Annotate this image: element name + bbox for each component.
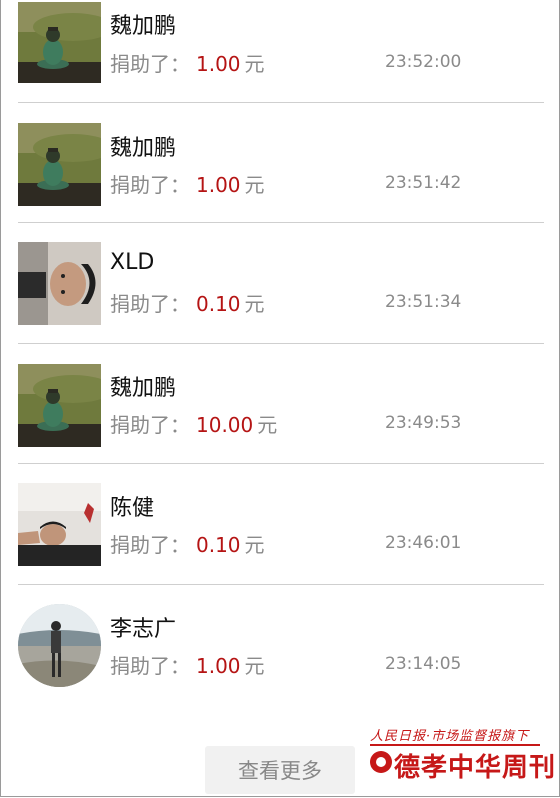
- watermark-seal-icon: [370, 751, 392, 773]
- donor-name: 魏加鹏: [110, 14, 177, 39]
- donation-label: 捐助了：: [110, 52, 190, 76]
- donation-unit: 元: [244, 292, 265, 316]
- donation-list: 魏加鹏 捐助了： 1.00 元 23:52:00 魏加鹏 捐助了： 1.00 元 23:…: [18, 0, 544, 705]
- donation-time: 23:46:01: [385, 533, 462, 553]
- watermark-line1: 人民日报·市场监督报旗下: [370, 729, 530, 744]
- avatar-buddha-icon: [18, 364, 101, 447]
- donation-amount: 1.00: [196, 654, 241, 678]
- donation-text: 捐助了： 0.10 元: [110, 288, 265, 317]
- donation-amount: 1.00: [196, 173, 241, 197]
- donation-unit: 元: [244, 52, 265, 76]
- donation-time: 23:51:34: [385, 292, 462, 312]
- donation-row[interactable]: 魏加鹏 捐助了： 1.00 元 23:52:00: [18, 0, 544, 103]
- avatar-man-lying-icon: [18, 483, 101, 566]
- avatar-buddha-icon: [18, 2, 101, 83]
- donation-text: 捐助了： 10.00 元: [110, 409, 277, 438]
- donation-amount: 0.10: [196, 292, 241, 316]
- watermark-logo: 人民日报·市场监督报旗下 德孝中华周刊: [366, 723, 555, 789]
- donation-label: 捐助了：: [110, 292, 190, 316]
- donation-amount: 0.10: [196, 533, 241, 557]
- donation-label: 捐助了：: [110, 413, 190, 437]
- watermark-divider: [370, 744, 540, 746]
- donation-unit: 元: [244, 173, 265, 197]
- donation-label: 捐助了：: [110, 533, 190, 557]
- watermark-line2: 德孝中华周刊: [394, 753, 557, 783]
- donation-amount: 10.00: [196, 413, 254, 437]
- donation-label: 捐助了：: [110, 654, 190, 678]
- donor-name: 魏加鹏: [110, 376, 177, 401]
- donor-name: 魏加鹏: [110, 136, 177, 161]
- donation-text: 捐助了： 1.00 元: [110, 650, 265, 679]
- donation-time: 23:14:05: [385, 654, 462, 674]
- donation-row[interactable]: 魏加鹏 捐助了： 1.00 元 23:51:42: [18, 103, 544, 223]
- donation-unit: 元: [244, 654, 265, 678]
- donation-row[interactable]: 魏加鹏 捐助了： 10.00 元 23:49:53: [18, 344, 544, 464]
- donation-unit: 元: [244, 533, 265, 557]
- donation-text: 捐助了： 1.00 元: [110, 169, 265, 198]
- donation-row[interactable]: XLD 捐助了： 0.10 元 23:51:34: [18, 223, 544, 344]
- donation-time: 23:49:53: [385, 413, 462, 433]
- donation-amount: 1.00: [196, 52, 241, 76]
- donation-unit: 元: [257, 413, 278, 437]
- donation-label: 捐助了：: [110, 173, 190, 197]
- avatar-beach-icon: [18, 604, 101, 687]
- view-more-button[interactable]: 查看更多: [205, 746, 355, 794]
- donor-name: 李志广: [110, 617, 177, 642]
- donation-time: 23:52:00: [385, 52, 462, 72]
- donation-time: 23:51:42: [385, 173, 462, 193]
- avatar-man-portrait-icon: [18, 242, 101, 325]
- donor-name: 陈健: [110, 496, 155, 521]
- donor-name: XLD: [110, 250, 155, 275]
- avatar-buddha-icon: [18, 123, 101, 206]
- donation-row[interactable]: 李志广 捐助了： 1.00 元 23:14:05: [18, 585, 544, 705]
- donation-text: 捐助了： 1.00 元: [110, 48, 265, 77]
- donation-text: 捐助了： 0.10 元: [110, 529, 265, 558]
- donation-row[interactable]: 陈健 捐助了： 0.10 元 23:46:01: [18, 464, 544, 585]
